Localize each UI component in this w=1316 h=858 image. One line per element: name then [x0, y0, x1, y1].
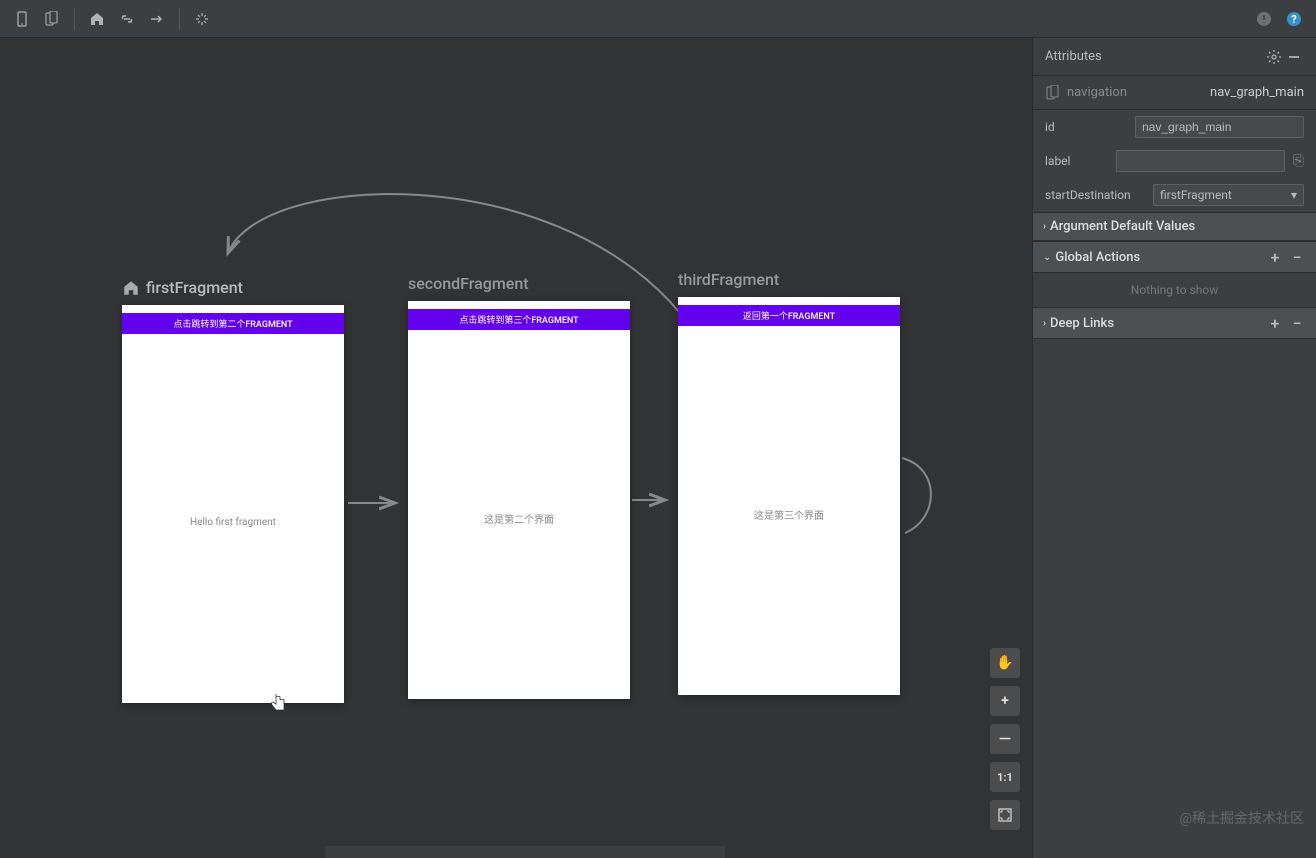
fragment-title: firstFragment [122, 278, 344, 297]
canvas[interactable]: firstFragment 点击跳转到第二个FRAGMENT Hello fir… [0, 38, 1032, 858]
fragment-header: 点击跳转到第二个FRAGMENT [122, 313, 344, 334]
fragment-preview: 点击跳转到第二个FRAGMENT Hello first fragment [122, 305, 344, 703]
breadcrumb-type: navigation [1067, 85, 1127, 100]
startdestination-select[interactable]: firstFragment ▾ [1153, 184, 1304, 206]
id-input[interactable] [1135, 116, 1304, 138]
watermark: @稀土掘金技术社区 [1179, 808, 1304, 828]
section-title: Deep Links [1050, 316, 1114, 331]
label-extra-icon[interactable]: ⎘ [1293, 153, 1304, 169]
zoom-in-button[interactable]: + [990, 686, 1020, 716]
global-actions-empty: Nothing to show [1033, 273, 1316, 307]
attributes-panel: Attributes navigation nav_graph_main id … [1032, 38, 1316, 858]
zoom-actual-button[interactable]: 1:1 [990, 762, 1020, 792]
fragment-second[interactable]: secondFragment 点击跳转到第三个FRAGMENT 这是第二个界面 [408, 274, 630, 699]
section-deep-links[interactable]: › Deep Links + − [1033, 307, 1316, 339]
bottom-bar [325, 846, 725, 858]
fragment-preview: 返回第一个FRAGMENT 这是第三个界面 [678, 297, 900, 695]
phone-icon[interactable] [8, 5, 36, 33]
chevron-down-icon: ▾ [1291, 188, 1297, 202]
fragment-header: 点击跳转到第三个FRAGMENT [408, 309, 630, 330]
fragment-third[interactable]: thirdFragment 返回第一个FRAGMENT 这是第三个界面 [678, 270, 900, 695]
fragment-title: thirdFragment [678, 270, 900, 289]
label-input[interactable] [1116, 150, 1285, 172]
home-icon[interactable] [83, 5, 111, 33]
id-row: id [1033, 110, 1316, 144]
fragment-header: 返回第一个FRAGMENT [678, 305, 900, 326]
section-title: Global Actions [1055, 250, 1140, 265]
chevron-right-icon: › [1043, 318, 1046, 329]
fragment-title-text: thirdFragment [678, 270, 779, 289]
add-icon[interactable]: + [1266, 314, 1284, 332]
fragment-body: 这是第三个界面 [678, 326, 900, 702]
arrow-right-icon[interactable] [143, 5, 171, 33]
section-argument-defaults[interactable]: › Argument Default Values [1033, 212, 1316, 241]
home-icon [122, 279, 140, 297]
warning-icon[interactable] [1250, 5, 1278, 33]
phones-icon[interactable] [38, 5, 66, 33]
fragment-preview: 点击跳转到第三个FRAGMENT 这是第二个界面 [408, 301, 630, 699]
panel-header: Attributes [1033, 38, 1316, 76]
chevron-down-icon: ⌄ [1043, 252, 1051, 263]
startdestination-label: startDestination [1045, 188, 1145, 202]
svg-text:?: ? [1291, 13, 1297, 26]
fragment-body: 这是第二个界面 [408, 330, 630, 706]
chevron-right-icon: › [1043, 221, 1046, 232]
label-label: label [1045, 154, 1108, 168]
breadcrumb-name: nav_graph_main [1210, 85, 1304, 100]
section-global-actions[interactable]: ⌄ Global Actions + − [1033, 241, 1316, 273]
fragment-title-text: secondFragment [408, 274, 529, 293]
fragment-title-text: firstFragment [146, 278, 243, 297]
gear-icon[interactable] [1264, 47, 1284, 67]
breadcrumb: navigation nav_graph_main [1033, 76, 1316, 110]
remove-icon[interactable]: − [1288, 314, 1306, 332]
minimize-icon[interactable] [1284, 47, 1304, 67]
id-label: id [1045, 120, 1127, 134]
help-icon[interactable]: ? [1280, 5, 1308, 33]
pan-button[interactable]: ✋ [990, 648, 1020, 678]
fragment-body: Hello first fragment [122, 334, 344, 710]
fragment-title: secondFragment [408, 274, 630, 293]
zoom-fit-button[interactable] [990, 800, 1020, 830]
panel-title: Attributes [1045, 49, 1102, 64]
toolbar-divider [179, 8, 180, 30]
toolbar: ? [0, 0, 1316, 38]
zoom-controls: ✋ + － 1:1 [990, 648, 1020, 830]
fragment-first[interactable]: firstFragment 点击跳转到第二个FRAGMENT Hello fir… [122, 278, 344, 703]
label-row: label ⎘ [1033, 144, 1316, 178]
zoom-out-button[interactable]: － [990, 724, 1020, 754]
remove-icon[interactable]: − [1288, 248, 1306, 266]
link-icon[interactable] [113, 5, 141, 33]
wand-icon[interactable] [188, 5, 216, 33]
section-title: Argument Default Values [1050, 219, 1195, 234]
nav-icon [1045, 85, 1061, 101]
add-icon[interactable]: + [1266, 248, 1284, 266]
startdestination-row: startDestination firstFragment ▾ [1033, 178, 1316, 212]
toolbar-divider [74, 8, 75, 30]
